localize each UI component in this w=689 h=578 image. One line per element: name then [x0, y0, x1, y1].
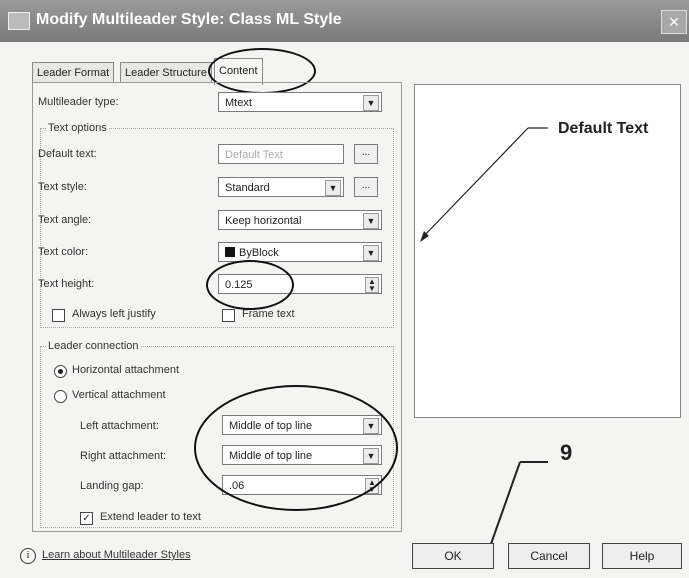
default-text-callout: Default Text: [558, 120, 649, 137]
learn-link[interactable]: Learn about Multileader Styles: [42, 549, 191, 561]
ok-button[interactable]: OK: [412, 543, 494, 569]
info-icon: i: [20, 548, 36, 564]
step-number-callout: 9: [560, 440, 573, 465]
cancel-button[interactable]: Cancel: [508, 543, 590, 569]
help-button[interactable]: Help: [602, 543, 682, 569]
annotation-arrows: [420, 127, 548, 566]
